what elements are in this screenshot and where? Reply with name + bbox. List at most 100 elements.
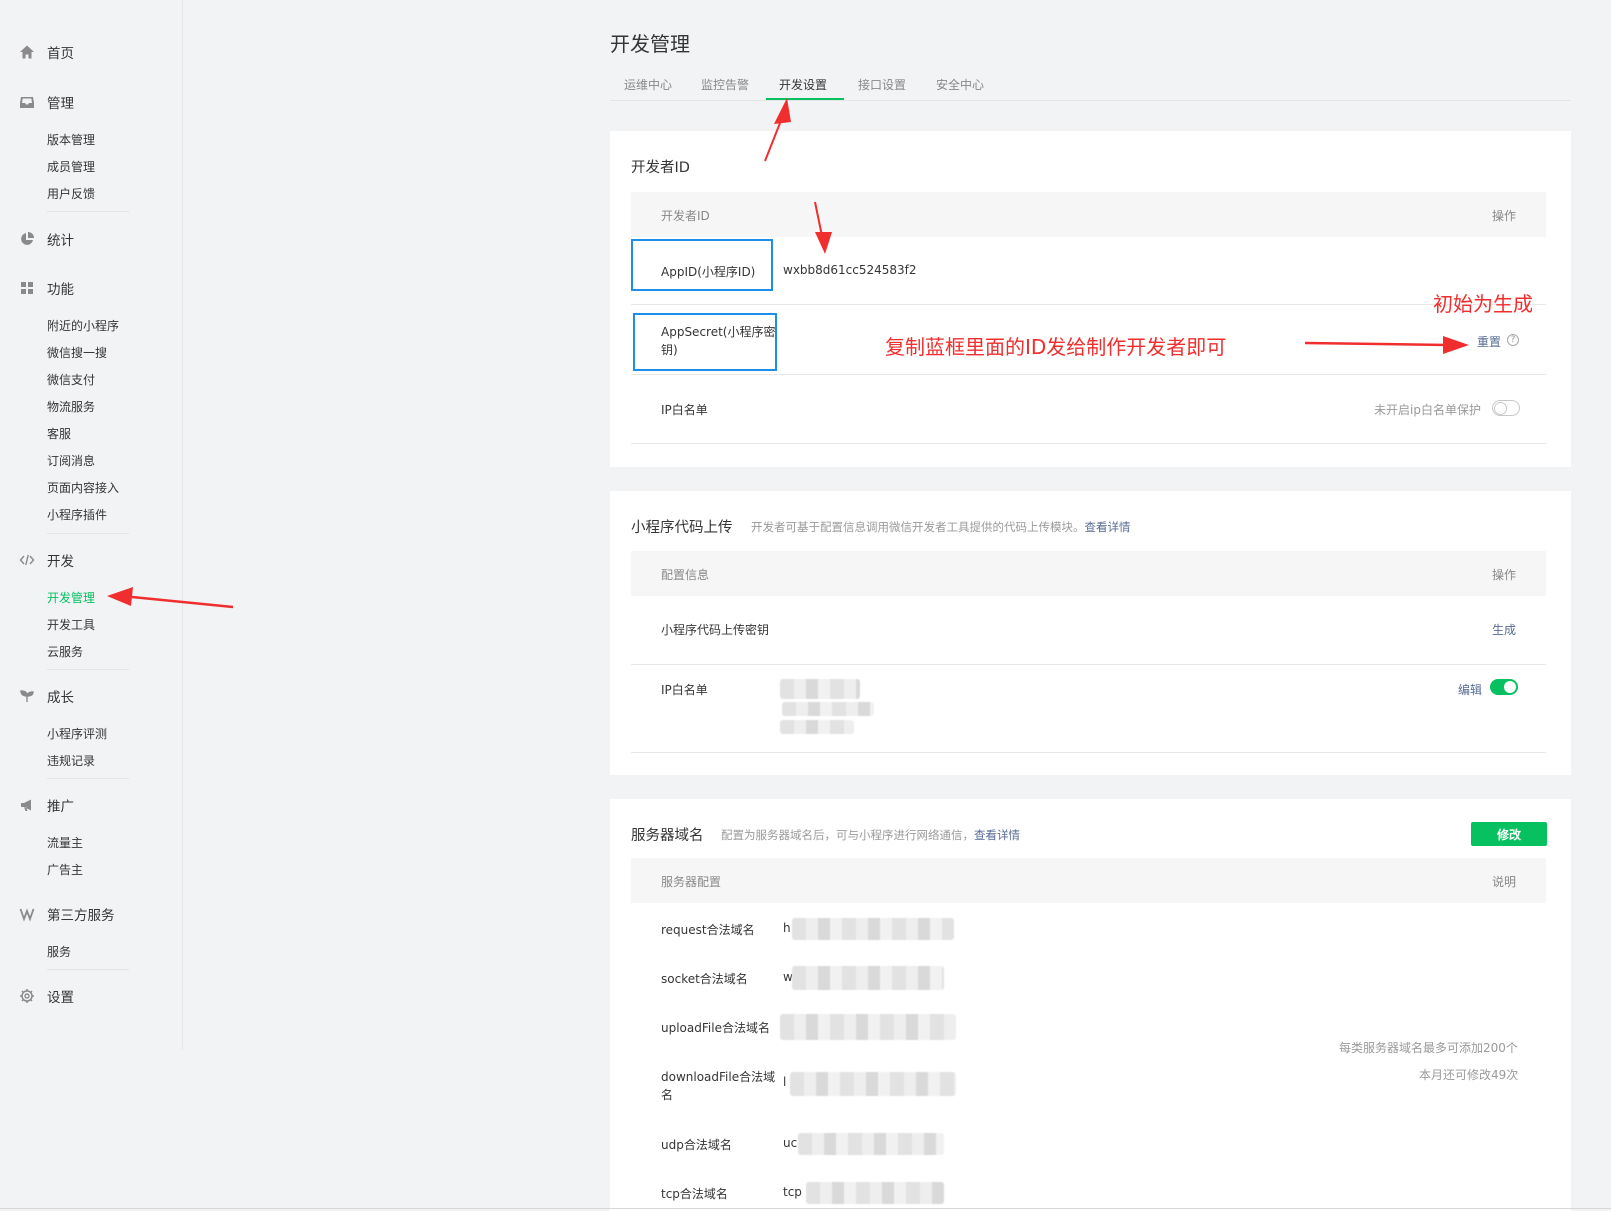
row-divider xyxy=(631,374,1546,375)
upload-ip-whitelist-toggle[interactable] xyxy=(1490,679,1518,695)
ip-whitelist-status: 未开启ip白名单保护 xyxy=(1374,403,1481,417)
sidebar-item-label: 管理 xyxy=(47,96,74,112)
redacted-domain xyxy=(792,966,944,990)
modify-button[interactable]: 修改 xyxy=(1471,822,1547,846)
sidebar-item-label: 首页 xyxy=(47,46,74,62)
domain-prefix: tcp xyxy=(783,1185,802,1199)
sidebar-item-plugin[interactable]: 小程序插件 xyxy=(47,506,107,523)
tab-dev-settings[interactable]: 开发设置 xyxy=(779,76,827,93)
row-divider xyxy=(631,443,1546,444)
sidebar-item-traffic[interactable]: 流量主 xyxy=(47,834,83,851)
column-header: 开发者ID xyxy=(661,209,710,223)
redacted-domain xyxy=(806,1182,944,1204)
sidebar-item-service[interactable]: 客服 xyxy=(47,425,71,442)
ip-whitelist-label: IP白名单 xyxy=(661,403,708,417)
row-divider xyxy=(631,664,1546,665)
column-header: 操作 xyxy=(1491,209,1516,223)
sidebar-item-dev-tools[interactable]: 开发工具 xyxy=(47,616,95,633)
sidebar-item-label: 推广 xyxy=(47,799,74,815)
redacted-domain xyxy=(790,1072,956,1096)
column-header: 服务器配置 xyxy=(661,875,722,889)
sidebar-item-label: 第三方服务 xyxy=(47,908,115,924)
generate-link[interactable]: 生成 xyxy=(1492,621,1516,638)
sidebar-item-dev-manage[interactable]: 开发管理 xyxy=(47,589,95,606)
annotation-initial-hint: 初始为生成 xyxy=(1433,292,1533,316)
domain-label: request合法域名 xyxy=(661,923,755,937)
card-description: 开发者可基于配置信息调用微信开发者工具提供的代码上传模块。查看详情 xyxy=(751,520,1131,534)
annotation-box-appid xyxy=(631,239,773,291)
sidebar: 首页 管理 版本管理 成员管理 用户反馈 统计 功能 附近的小程序 微信搜一搜 … xyxy=(0,0,183,1050)
divider xyxy=(47,669,129,670)
sidebar-item-label: 功能 xyxy=(47,282,74,298)
row-divider xyxy=(631,752,1546,753)
third-party-icon xyxy=(19,906,35,922)
appid-value: wxbb8d61cc524583f2 xyxy=(783,263,917,277)
domain-limit-note: 每类服务器域名最多可添加200个 xyxy=(1339,1041,1518,1055)
domain-label: tcp合法域名 xyxy=(661,1187,728,1201)
domain-label: downloadFile合法域 xyxy=(661,1070,776,1084)
row-divider xyxy=(631,304,1546,305)
inbox-icon xyxy=(19,94,35,110)
sidebar-item-violations[interactable]: 违规记录 xyxy=(47,752,95,769)
divider xyxy=(47,533,129,534)
sidebar-item-content[interactable]: 页面内容接入 xyxy=(47,479,119,496)
sidebar-item-cloud[interactable]: 云服务 xyxy=(47,643,83,660)
redacted-ip xyxy=(782,702,874,716)
annotation-box-appsecret xyxy=(633,313,777,371)
edit-link[interactable]: 编辑 xyxy=(1458,681,1482,698)
sidebar-item-logistics[interactable]: 物流服务 xyxy=(47,398,95,415)
table-header: 服务器配置 说明 xyxy=(631,858,1546,903)
domain-prefix: h xyxy=(783,921,791,935)
sidebar-item-nearby[interactable]: 附近的小程序 xyxy=(47,317,119,334)
divider xyxy=(47,211,129,212)
sidebar-item-label: 成长 xyxy=(47,690,74,706)
tab-monitor[interactable]: 监控告警 xyxy=(701,76,749,93)
sidebar-item-feedback[interactable]: 用户反馈 xyxy=(47,185,95,202)
domain-prefix: uc xyxy=(783,1136,798,1150)
domain-label: uploadFile合法域名 xyxy=(661,1021,770,1035)
modify-count-note: 本月还可修改49次 xyxy=(1419,1068,1519,1082)
tab-active-indicator xyxy=(766,98,844,100)
column-header: 操作 xyxy=(1491,568,1516,582)
table-header: 开发者ID 操作 xyxy=(631,192,1546,237)
tab-api-settings[interactable]: 接口设置 xyxy=(858,76,906,93)
tab-security[interactable]: 安全中心 xyxy=(936,76,984,93)
sidebar-item-search[interactable]: 微信搜一搜 xyxy=(47,344,107,361)
code-upload-card: 小程序代码上传 开发者可基于配置信息调用微信开发者工具提供的代码上传模块。查看详… xyxy=(610,491,1571,775)
card-description: 配置为服务器域名后，可与小程序进行网络通信，查看详情 xyxy=(721,828,1020,842)
developer-id-card: 开发者ID 开发者ID 操作 AppID(小程序ID) wxbb8d61cc52… xyxy=(610,131,1571,467)
reset-link[interactable]: 重置 xyxy=(1477,333,1501,350)
server-domain-card: 服务器域名 配置为服务器域名后，可与小程序进行网络通信，查看详情 服务器配置 说… xyxy=(610,799,1571,1211)
sidebar-item-review[interactable]: 小程序评测 xyxy=(47,725,107,742)
card-title: 服务器域名 xyxy=(631,828,704,844)
sidebar-item-version[interactable]: 版本管理 xyxy=(47,131,95,148)
sidebar-item-label: 设置 xyxy=(47,990,74,1006)
card-title: 开发者ID xyxy=(631,160,690,176)
redacted-domain xyxy=(780,1014,956,1040)
sidebar-item-members[interactable]: 成员管理 xyxy=(47,158,95,175)
sprout-icon xyxy=(19,688,35,704)
column-header: 说明 xyxy=(1491,875,1516,889)
redacted-ip xyxy=(780,679,860,699)
domain-label: udp合法域名 xyxy=(661,1138,732,1152)
grid-icon xyxy=(19,280,35,296)
domain-prefix: l xyxy=(783,1075,787,1089)
details-link[interactable]: 查看详情 xyxy=(974,828,1020,842)
ip-whitelist-toggle[interactable] xyxy=(1492,400,1520,416)
bottom-divider xyxy=(0,1208,1611,1209)
domain-label: socket合法域名 xyxy=(661,972,748,986)
help-icon[interactable]: ? xyxy=(1507,334,1519,346)
home-icon xyxy=(19,44,35,60)
sidebar-item-advertiser[interactable]: 广告主 xyxy=(47,861,83,878)
redacted-domain xyxy=(792,918,954,940)
tab-bar: 运维中心 监控告警 开发设置 接口设置 安全中心 xyxy=(610,70,1571,101)
megaphone-icon xyxy=(19,797,35,813)
sidebar-item-subscribe[interactable]: 订阅消息 xyxy=(47,452,95,469)
sidebar-item-services[interactable]: 服务 xyxy=(47,943,71,960)
sidebar-item-pay[interactable]: 微信支付 xyxy=(47,371,95,388)
upload-key-label: 小程序代码上传密钥 xyxy=(661,623,770,637)
tab-ops[interactable]: 运维中心 xyxy=(624,76,672,93)
column-header: 配置信息 xyxy=(661,568,710,582)
details-link[interactable]: 查看详情 xyxy=(1085,520,1131,534)
divider xyxy=(47,969,129,970)
